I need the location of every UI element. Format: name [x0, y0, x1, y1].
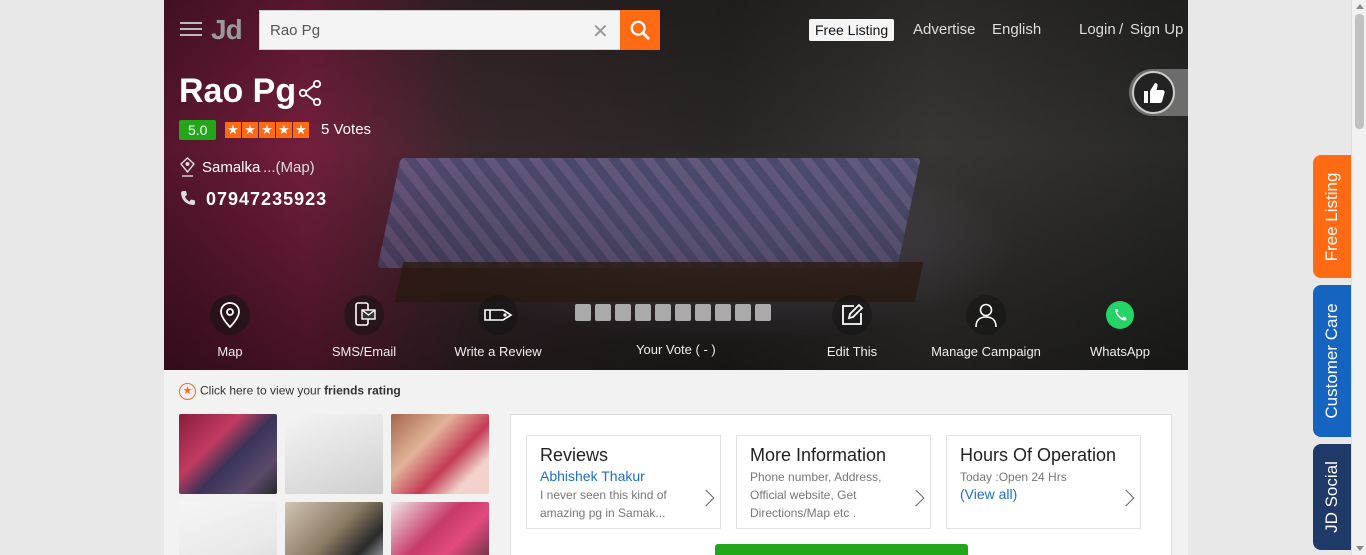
language-link[interactable]: English — [992, 21, 1041, 38]
pen-icon — [478, 295, 518, 335]
business-hero: Jd ✕ Free Listing Advertise English Logi… — [164, 0, 1188, 370]
scroll-up-arrow[interactable] — [1356, 4, 1364, 9]
manage-campaign-label: Manage Campaign — [931, 344, 1041, 359]
star-icon: ★ — [276, 122, 292, 138]
write-review-label: Write a Review — [454, 344, 542, 359]
hours-today: Today :Open 24 Hrs — [960, 470, 1067, 484]
vote-box[interactable] — [715, 304, 731, 321]
phone-icon — [180, 190, 196, 211]
menu-icon[interactable] — [180, 18, 202, 38]
business-name: Rao Pg — [179, 72, 297, 110]
vote-box[interactable] — [595, 304, 611, 321]
vote-box[interactable] — [735, 304, 751, 321]
signup-link[interactable]: Sign Up — [1130, 21, 1183, 38]
advertise-link[interactable]: Advertise — [913, 21, 976, 38]
review-excerpt: I never seen this kind of amazing pg in … — [540, 488, 667, 520]
star-rating: ★ ★ ★ ★ ★ — [225, 122, 309, 138]
page-scrollbar[interactable] — [1351, 0, 1366, 555]
edit-this-label: Edit This — [826, 344, 878, 359]
vote-box[interactable] — [655, 304, 671, 321]
location-icon — [179, 157, 196, 183]
gallery-photo[interactable] — [285, 502, 383, 555]
like-button[interactable] — [1129, 69, 1188, 116]
clear-icon[interactable]: ✕ — [592, 19, 609, 44]
friends-rating-prefix: Click here to view your — [200, 383, 321, 398]
user-icon — [966, 295, 1006, 335]
write-review-action[interactable]: Write a Review — [438, 295, 558, 359]
gallery-photo[interactable] — [391, 414, 489, 494]
chevron-right-icon — [697, 489, 715, 507]
edit-icon — [832, 295, 872, 335]
vote-box[interactable] — [635, 304, 651, 321]
phone-number[interactable]: 07947235923 — [206, 189, 327, 210]
friends-rating-bold: friends rating — [324, 383, 401, 398]
login-separator: / — [1119, 21, 1124, 38]
address-area: Samalka — [202, 159, 261, 176]
votes-count[interactable]: 5 Votes — [321, 121, 371, 138]
more-info-card[interactable]: More Information Phone number, Address, … — [736, 435, 931, 529]
reviews-card[interactable]: Reviews Abhishek Thakur I never seen thi… — [526, 435, 721, 529]
star-icon: ★ — [293, 122, 309, 138]
vote-scale[interactable] — [575, 304, 771, 321]
chevron-right-icon — [907, 489, 925, 507]
side-tab-free-listing[interactable]: Free Listing — [1313, 155, 1351, 278]
side-tab-label: JD Social — [1322, 461, 1341, 533]
view-all-link[interactable]: (View all) — [960, 486, 1017, 502]
gallery-photo[interactable] — [179, 502, 277, 555]
gallery-photo[interactable] — [391, 502, 489, 555]
whatsapp-action[interactable]: WhatsApp — [1060, 295, 1180, 359]
search-box: ✕ — [259, 10, 660, 50]
side-tab-jd-social[interactable]: JD Social — [1313, 444, 1351, 550]
star-icon: ★ — [259, 122, 275, 138]
gallery-photo[interactable] — [285, 414, 383, 494]
side-tab-label: Free Listing — [1322, 172, 1341, 261]
vote-box[interactable] — [755, 304, 771, 321]
star-badge-icon: ★ — [179, 383, 196, 400]
chevron-right-icon — [1117, 489, 1135, 507]
reviewer-name[interactable]: Abhishek Thakur — [540, 468, 645, 484]
search-button[interactable] — [620, 10, 660, 50]
top-bar: Jd ✕ Free Listing Advertise English Logi… — [164, 0, 1188, 60]
vote-box[interactable] — [615, 304, 631, 321]
login-link[interactable]: Login — [1079, 21, 1116, 38]
your-vote-label: Your Vote ( - ) — [636, 342, 716, 357]
friends-rating-link[interactable]: ★ Click here to view your friends rating — [179, 383, 401, 400]
map-action[interactable]: Map — [170, 295, 290, 359]
share-icon[interactable] — [298, 79, 322, 111]
sms-email-action[interactable]: SMS/Email — [304, 295, 424, 359]
vote-box[interactable] — [695, 304, 711, 321]
sms-email-icon — [344, 295, 384, 335]
more-info-title: More Information — [750, 445, 887, 465]
scroll-down-arrow[interactable] — [1356, 546, 1364, 551]
star-icon: ★ — [225, 122, 241, 138]
green-action-button[interactable] — [715, 544, 968, 555]
details-section: ★ Click here to view your friends rating … — [164, 370, 1188, 555]
whatsapp-label: WhatsApp — [1090, 344, 1150, 359]
map-link[interactable]: ...(Map) — [263, 159, 315, 176]
edit-this-action[interactable]: Edit This — [792, 295, 912, 359]
star-icon: ★ — [242, 122, 258, 138]
free-listing-button[interactable]: Free Listing — [809, 19, 895, 41]
jd-logo[interactable]: Jd — [211, 14, 243, 46]
hours-title: Hours Of Operation — [960, 445, 1117, 465]
whatsapp-icon — [1100, 295, 1140, 335]
manage-campaign-action[interactable]: Manage Campaign — [926, 295, 1046, 359]
thumbs-up-icon — [1132, 71, 1175, 114]
search-icon — [630, 20, 650, 40]
map-action-label: Map — [217, 344, 243, 359]
rating-badge: 5.0 — [179, 120, 217, 140]
info-panel: Reviews Abhishek Thakur I never seen thi… — [510, 414, 1172, 555]
map-pin-icon — [210, 295, 250, 335]
gallery-photo[interactable] — [179, 414, 277, 494]
scrollbar-thumb[interactable] — [1355, 14, 1364, 129]
sms-email-label: SMS/Email — [331, 344, 397, 359]
side-tab-label: Customer Care — [1322, 303, 1341, 419]
side-tab-customer-care[interactable]: Customer Care — [1313, 285, 1351, 437]
search-input[interactable] — [260, 11, 590, 49]
reviews-title: Reviews — [540, 445, 609, 465]
hours-card[interactable]: Hours Of Operation Today :Open 24 Hrs (V… — [946, 435, 1141, 529]
vote-box[interactable] — [675, 304, 691, 321]
more-info-text: Phone number, Address, Official website,… — [750, 470, 882, 520]
vote-box[interactable] — [575, 304, 591, 321]
